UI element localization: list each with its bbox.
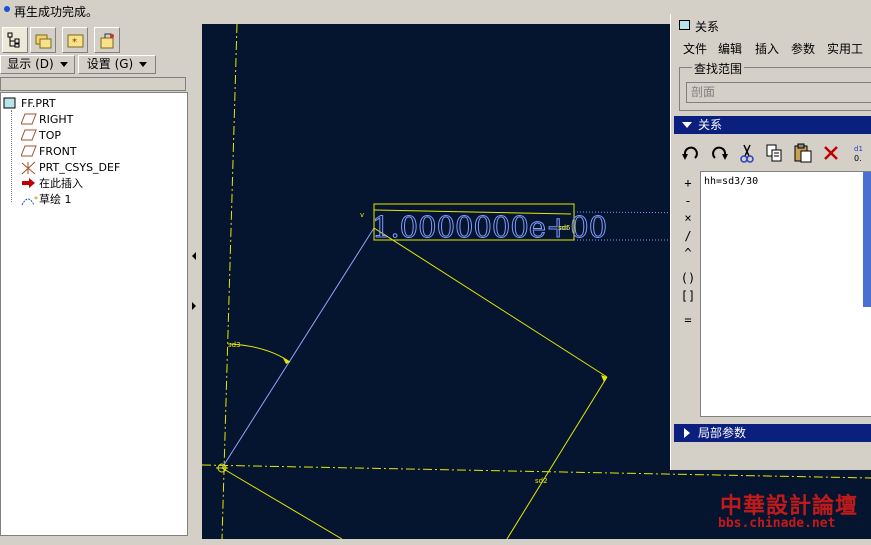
model-tree: FF.PRT RIGHT TOP FRONT PRT_CSYS_DEF 在此插入…	[0, 92, 188, 536]
evaluate-icon[interactable]: d10.	[852, 142, 871, 164]
tree-item-label: FRONT	[39, 145, 77, 158]
tree-item-label: FF.PRT	[21, 97, 56, 110]
menu-utilities[interactable]: 实用工	[827, 40, 863, 57]
operator-divide-button[interactable]: /	[679, 229, 697, 243]
connections-tab[interactable]	[94, 27, 120, 53]
look-in-group: 查找范围 剖面	[679, 60, 871, 111]
model-tree-icon	[7, 32, 20, 48]
relations-editor[interactable]: hh=sd3/30	[700, 171, 871, 417]
operator-equals-button[interactable]: =	[679, 313, 697, 327]
menu-file[interactable]: 文件	[683, 40, 707, 57]
info-bullet-icon	[4, 6, 10, 12]
relations-section-header[interactable]: 关系	[674, 116, 871, 134]
undo-icon[interactable]	[680, 142, 702, 164]
settings-label: 设置 (G)	[86, 57, 134, 71]
operator-multiply-button[interactable]: ×	[679, 211, 697, 225]
tree-item-label: RIGHT	[39, 113, 74, 126]
chevron-right-icon	[684, 428, 690, 438]
model-tree-tab[interactable]	[2, 27, 28, 53]
dim-label-sd3[interactable]: sd3	[228, 341, 241, 349]
settings-dropdown[interactable]: 设置 (G)	[78, 55, 156, 74]
look-in-select[interactable]: 剖面	[686, 82, 871, 103]
svg-text:0.: 0.	[854, 154, 862, 163]
operator-brackets-button[interactable]: []	[679, 289, 697, 303]
show-dropdown[interactable]: 显示 (D)	[0, 55, 75, 74]
status-message: 再生成功完成。	[14, 5, 99, 19]
sketch-line-bottom	[221, 467, 343, 539]
tree-item-label: 草绘 1	[39, 193, 72, 206]
svg-text:d1: d1	[854, 145, 863, 153]
dialog-title: 关系	[695, 20, 720, 34]
forum-watermark: 中華設計論壇 bbs.chinade.net	[712, 486, 862, 536]
chevron-down-icon	[139, 62, 148, 67]
paste-icon[interactable]	[792, 142, 814, 164]
connections-icon	[100, 33, 114, 49]
dimension-value-text[interactable]: 1.0000000e+00	[372, 210, 608, 245]
coordinate-system-icon	[21, 161, 36, 175]
tree-connector	[11, 110, 12, 202]
relation-text[interactable]: hh=sd3/30	[704, 176, 758, 187]
relations-dialog: 关系 文件 编辑 插入 参数 实用工 查找范围 剖面 关系 d1 0. + - ×…	[670, 14, 871, 470]
menu-parameters[interactable]: 参数	[791, 40, 815, 57]
tree-column-header	[0, 77, 186, 91]
part-icon	[3, 97, 16, 109]
tree-item-label: PRT_CSYS_DEF	[39, 161, 121, 174]
sketch-line-top	[373, 227, 608, 378]
datum-plane-icon	[21, 145, 37, 157]
cut-icon[interactable]	[736, 142, 758, 164]
local-parameters-header[interactable]: 局部参数	[674, 424, 871, 442]
vertical-centerline	[221, 24, 238, 539]
dim-label-sd5[interactable]: sd5	[558, 224, 571, 232]
folder-browser-icon	[35, 34, 52, 49]
sketch-icon: *	[21, 195, 38, 206]
construction-line	[221, 227, 375, 469]
operator-power-button[interactable]: ^	[679, 246, 697, 260]
delete-icon[interactable]	[820, 142, 842, 164]
operator-plus-button[interactable]: +	[679, 176, 697, 190]
datum-plane-icon	[21, 129, 37, 141]
window-icon	[679, 20, 690, 30]
show-label: 显示 (D)	[7, 57, 54, 71]
dialog-title-bar[interactable]: 关系	[673, 16, 871, 34]
dim-label-sd2[interactable]: sd2	[535, 477, 548, 485]
panel-splitter[interactable]	[189, 22, 201, 545]
favorites-icon: *	[67, 34, 84, 48]
watermark-url: bbs.chinade.net	[718, 516, 836, 531]
insert-here-arrow-icon	[22, 178, 35, 188]
sketch-line-right	[506, 376, 608, 539]
favorites-tab[interactable]: *	[62, 27, 88, 53]
expand-arrow-icon[interactable]	[192, 302, 196, 310]
redo-icon[interactable]	[708, 142, 730, 164]
svg-text:*: *	[72, 37, 77, 48]
vertical-scrollbar[interactable]	[863, 172, 871, 307]
folder-browser-tab[interactable]	[30, 27, 56, 53]
collapse-arrow-icon[interactable]	[192, 252, 196, 260]
tree-item-label: TOP	[39, 129, 62, 142]
chevron-down-icon	[59, 62, 68, 67]
svg-text:*: *	[34, 195, 38, 204]
vertical-constraint-label: v	[360, 211, 364, 219]
operator-minus-button[interactable]: -	[679, 194, 697, 208]
operator-parentheses-button[interactable]: ()	[679, 271, 697, 285]
tree-item-label: 在此插入	[39, 177, 83, 190]
menu-edit[interactable]: 编辑	[718, 40, 742, 57]
copy-icon[interactable]	[764, 142, 786, 164]
datum-plane-icon	[21, 113, 37, 125]
local-parameters-title: 局部参数	[698, 426, 747, 440]
chevron-down-icon	[682, 122, 692, 128]
relations-section-title: 关系	[698, 118, 723, 132]
look-in-label: 查找范围	[692, 60, 745, 77]
menu-insert[interactable]: 插入	[755, 40, 779, 57]
